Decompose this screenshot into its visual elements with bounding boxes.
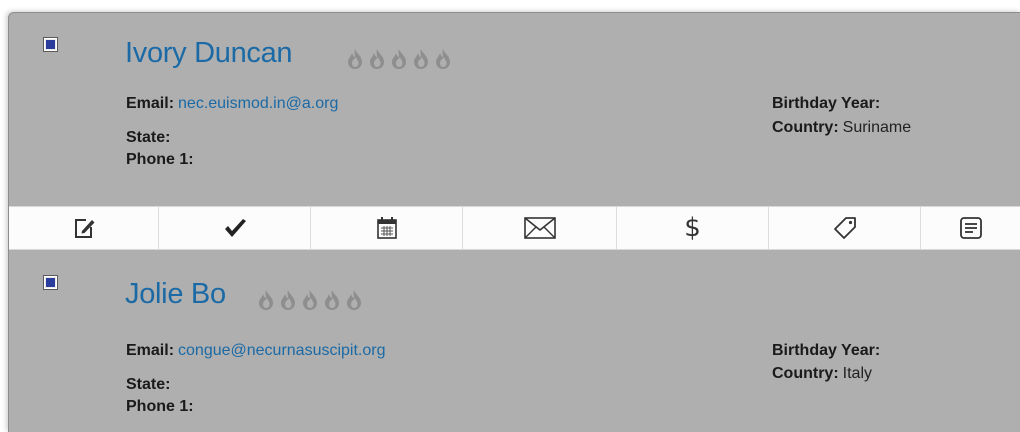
flame-icon bbox=[414, 49, 428, 69]
select-checkbox[interactable] bbox=[43, 275, 58, 290]
flame-icon bbox=[325, 290, 339, 310]
email-button[interactable] bbox=[463, 207, 617, 249]
dollar-icon: $ bbox=[684, 213, 701, 243]
calendar-icon bbox=[376, 217, 397, 239]
email-field: Email: nec.euismod.in@a.org bbox=[126, 95, 338, 113]
flame-icon bbox=[370, 49, 384, 69]
action-toolbar: $ bbox=[9, 206, 1020, 250]
state-label: State: bbox=[126, 129, 171, 146]
flame-icon bbox=[347, 290, 361, 310]
flame-icon bbox=[259, 290, 273, 310]
email-field: Email: congue@necurnasuscipit.org bbox=[126, 342, 386, 360]
mark-done-button[interactable] bbox=[159, 207, 311, 249]
country-value: Suriname bbox=[842, 119, 912, 136]
calendar-button[interactable] bbox=[311, 207, 463, 249]
payment-button[interactable]: $ bbox=[617, 207, 769, 249]
tag-button[interactable] bbox=[769, 207, 921, 249]
email-label: Email: bbox=[126, 95, 175, 112]
country-label: Country: bbox=[772, 365, 839, 382]
state-field: State: bbox=[126, 376, 174, 394]
flame-rating[interactable] bbox=[257, 289, 363, 311]
notes-icon bbox=[960, 217, 982, 239]
country-value: Italy bbox=[842, 365, 872, 382]
country-field: Country: Italy bbox=[772, 365, 872, 383]
email-link[interactable]: congue@necurnasuscipit.org bbox=[178, 342, 385, 359]
contact-list: Ivory Duncan Email: nec.euismod.in@a.org … bbox=[8, 12, 1020, 432]
country-field: Country: Suriname bbox=[772, 119, 911, 137]
state-label: State: bbox=[126, 376, 171, 393]
birthday-label: Birthday Year: bbox=[772, 342, 881, 359]
flame-rating[interactable] bbox=[346, 48, 452, 70]
birthday-field: Birthday Year: bbox=[772, 95, 884, 113]
phone-field: Phone 1: bbox=[126, 151, 198, 169]
phone-label: Phone 1: bbox=[126, 398, 194, 415]
contact-card: Ivory Duncan Email: nec.euismod.in@a.org … bbox=[9, 13, 1020, 206]
birthday-field: Birthday Year: bbox=[772, 342, 884, 360]
country-label: Country: bbox=[772, 119, 839, 136]
flame-icon bbox=[281, 290, 295, 310]
envelope-icon bbox=[523, 217, 556, 239]
tag-icon bbox=[833, 217, 856, 239]
edit-button[interactable] bbox=[9, 207, 159, 249]
select-checkbox[interactable] bbox=[43, 37, 58, 52]
checkmark-icon bbox=[224, 219, 246, 237]
contact-name-link[interactable]: Jolie Bo bbox=[125, 278, 226, 311]
notes-button[interactable] bbox=[921, 207, 1020, 249]
email-label: Email: bbox=[126, 342, 175, 359]
contact-name-link[interactable]: Ivory Duncan bbox=[125, 37, 293, 70]
phone-label: Phone 1: bbox=[126, 151, 194, 168]
flame-icon bbox=[392, 49, 406, 69]
birthday-label: Birthday Year: bbox=[772, 95, 881, 112]
flame-icon bbox=[436, 49, 450, 69]
phone-field: Phone 1: bbox=[126, 398, 198, 416]
email-link[interactable]: nec.euismod.in@a.org bbox=[178, 95, 338, 112]
edit-icon bbox=[74, 219, 94, 238]
contact-card: Jolie Bo Email: congue@necurnasuscipit.or… bbox=[9, 250, 1020, 432]
flame-icon bbox=[303, 290, 317, 310]
state-field: State: bbox=[126, 129, 174, 147]
flame-icon bbox=[348, 49, 362, 69]
